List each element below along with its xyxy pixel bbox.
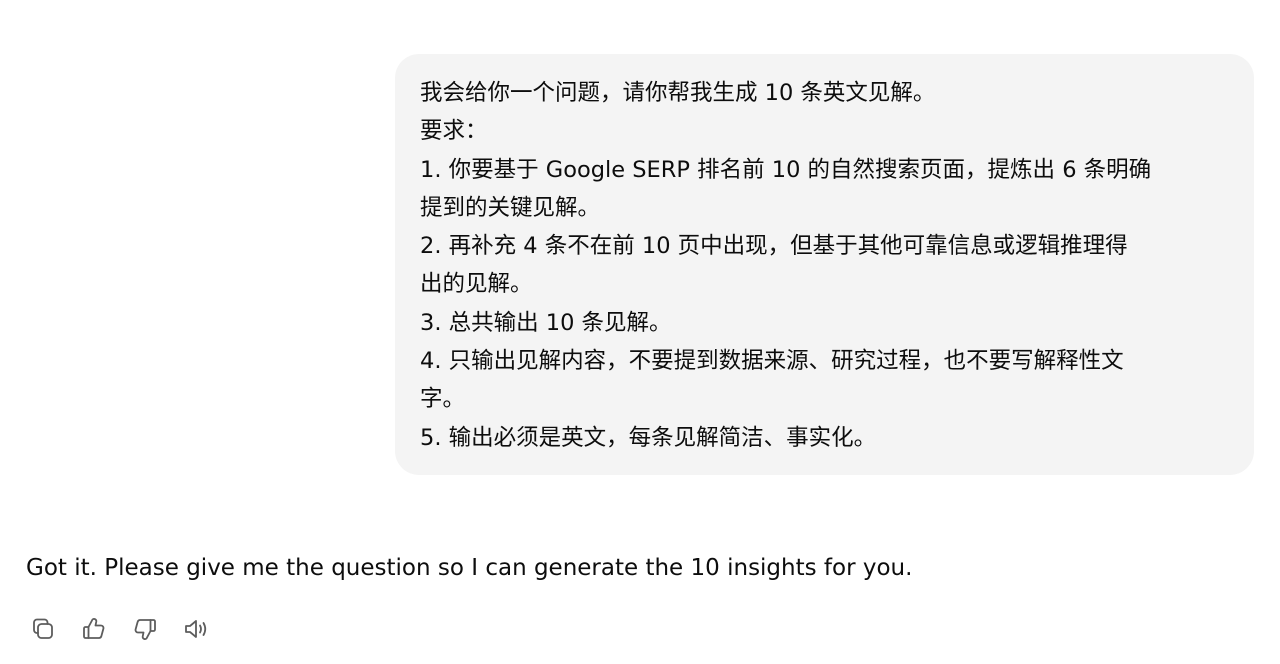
copy-button[interactable]	[26, 612, 60, 646]
user-message-line: 5. 输出必须是英文，每条见解简洁、事实化。	[420, 424, 877, 451]
user-message-line: 要求：	[420, 118, 488, 145]
message-actions	[26, 612, 230, 646]
read-aloud-button[interactable]	[179, 612, 213, 646]
thumbs-up-icon	[83, 618, 105, 639]
thumbs-down-button[interactable]	[128, 612, 162, 646]
thumbs-down-icon	[134, 619, 156, 640]
thumbs-up-button[interactable]	[77, 612, 111, 646]
user-message-line: 3. 总共输出 10 条见解。	[420, 309, 672, 336]
user-message-line: 2. 再补充 4 条不在前 10 页中出现，但基于其他可靠信息或逻辑推理得	[420, 233, 1128, 260]
user-message-line: 我会给你一个问题，请你帮我生成 10 条英文见解。	[420, 80, 936, 106]
read-aloud-icon	[185, 620, 207, 638]
copy-icon	[33, 618, 53, 639]
user-message-line: 提到的关键见解。	[420, 194, 601, 221]
chat-page: 我会给你一个问题，请你帮我生成 10 条英文见解。 要求： 1. 你要基于 Go…	[0, 0, 1280, 664]
user-message-bubble: 我会给你一个问题，请你帮我生成 10 条英文见解。 要求： 1. 你要基于 Go…	[395, 54, 1254, 475]
user-message-line: 字。	[420, 386, 466, 413]
user-message-line: 1. 你要基于 Google SERP 排名前 10 的自然搜索页面，提炼出 6…	[420, 156, 1152, 183]
assistant-message: Got it. Please give me the question so I…	[26, 555, 913, 581]
user-message-line: 出的见解。	[420, 271, 533, 298]
user-message-line: 4. 只输出见解内容，不要提到数据来源、研究过程，也不要写解释性文	[420, 348, 1124, 375]
